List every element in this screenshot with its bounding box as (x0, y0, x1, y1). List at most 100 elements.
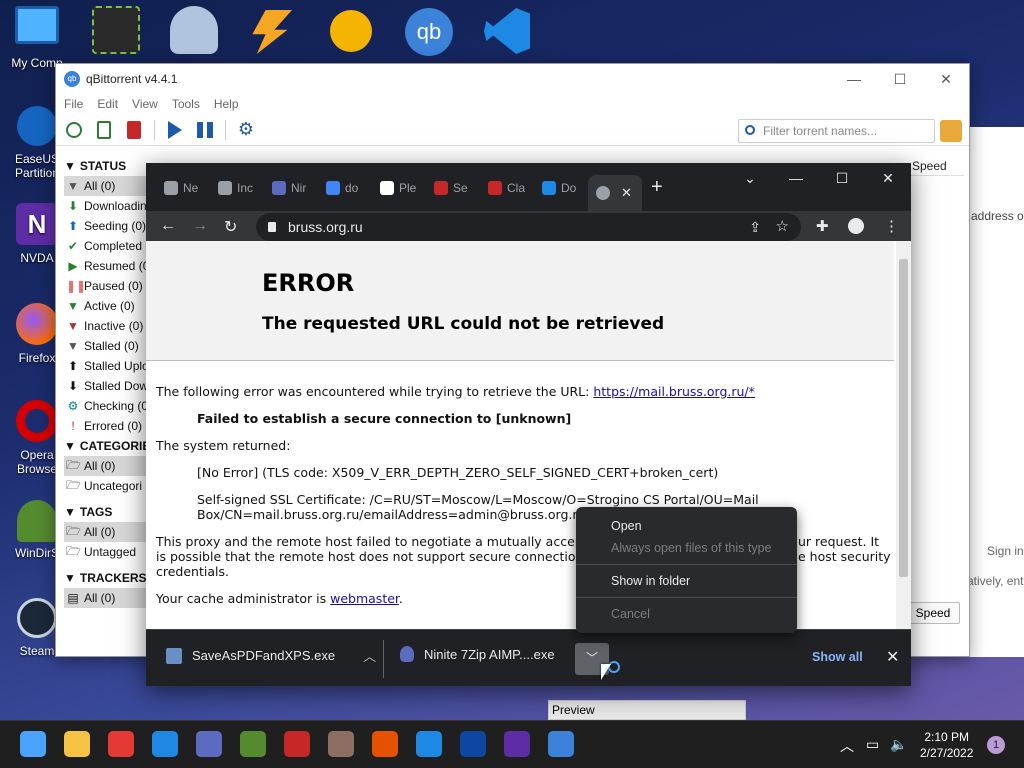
webmaster-link[interactable]: webmaster (330, 591, 399, 606)
lock-icon[interactable] (940, 120, 962, 142)
back-button[interactable]: ← (160, 217, 176, 235)
maximize-button[interactable]: ☐ (819, 163, 865, 193)
chrome-icon[interactable] (108, 731, 134, 757)
filter-green-icon: ▼ (67, 299, 79, 313)
clock-time: 2:10 PM (924, 730, 970, 744)
add-torrent-link-button[interactable] (64, 120, 84, 140)
tab-close-button[interactable]: ✕ (621, 185, 632, 201)
file-explorer-icon[interactable] (64, 731, 90, 757)
windirstat-icon[interactable] (240, 731, 266, 757)
paragraph-text: The following error was encountered whil… (156, 384, 594, 399)
extensions-icon[interactable]: ✚ (816, 217, 829, 235)
app-moon-icon[interactable] (460, 731, 486, 757)
system-returned-label: The system returned: (156, 438, 291, 453)
notification-badge[interactable]: 1 (987, 736, 1005, 754)
menu-edit[interactable]: Edit (97, 97, 118, 111)
address-bar[interactable]: bruss.org.ru ⇪ ☆ (256, 213, 801, 241)
app-icon-lightning[interactable] (252, 10, 292, 54)
minimize-button[interactable]: — (831, 64, 877, 94)
menu-help[interactable]: Help (214, 97, 239, 111)
qbittorrent-icon[interactable] (548, 731, 574, 757)
torrent-filter-input[interactable]: Filter torrent names... (738, 119, 935, 143)
background-window: address or Sign in atively, ent (967, 127, 1024, 657)
vs-code-icon[interactable] (416, 731, 442, 757)
menu-item-show-in-folder[interactable]: Show in folder (576, 570, 797, 592)
page-scrollbar[interactable] (896, 241, 911, 629)
show-all-downloads-link[interactable]: Show all (812, 650, 863, 664)
close-download-shelf-button[interactable]: ✕ (886, 647, 899, 667)
maximize-button[interactable]: ☐ (877, 64, 923, 94)
app-red-icon[interactable] (284, 731, 310, 757)
start-icon[interactable] (20, 731, 46, 757)
menu-tools[interactable]: Tools (172, 97, 200, 111)
forward-button[interactable]: → (192, 217, 208, 235)
pause-button[interactable] (195, 120, 215, 140)
error-detail: Failed to establish a secure connection … (197, 411, 572, 426)
download-item-2[interactable]: Ninite 7Zip AIMP....exe (400, 646, 555, 662)
browser-tab[interactable]: Se (426, 175, 478, 201)
network-icon[interactable]: ▭ (866, 736, 879, 753)
tab-search-button[interactable]: ⌄ (727, 163, 773, 193)
scrollbar-thumb[interactable] (899, 259, 908, 577)
nvda-icon[interactable] (504, 731, 530, 757)
globe-icon (596, 186, 610, 200)
options-button[interactable]: ⚙ (236, 119, 256, 140)
browser-tab[interactable]: Cla (480, 175, 532, 201)
search-placeholder: Filter torrent names... (763, 124, 878, 138)
menu-item-open[interactable]: Open (576, 515, 797, 537)
speed-button[interactable]: Speed (906, 602, 960, 624)
close-button[interactable]: ✕ (923, 64, 969, 94)
menu-file[interactable]: File (64, 97, 83, 111)
app-eye-icon[interactable] (372, 731, 398, 757)
bookmark-star-icon[interactable]: ☆ (776, 213, 789, 241)
browser-tab[interactable]: Nir (264, 175, 316, 201)
more-menu-icon[interactable]: ⋮ (884, 217, 899, 235)
browser-tab[interactable]: Inc (210, 175, 262, 201)
volume-icon[interactable]: 🔈 (890, 736, 907, 753)
installer-icon (166, 647, 182, 664)
tab-favicon-icon (434, 181, 448, 195)
tab-title: Ne (183, 181, 199, 195)
tab-favicon-icon (380, 181, 394, 195)
close-button[interactable]: ✕ (865, 163, 911, 193)
vscode-desktop-icon[interactable] (484, 8, 530, 54)
sign-in-link[interactable]: Sign in (987, 544, 1024, 558)
status-item-label: Active (0) (84, 299, 135, 313)
app-icon-blue[interactable] (170, 6, 218, 54)
profile-icon[interactable] (848, 218, 864, 234)
preview-tab-label: Preview (552, 703, 595, 717)
app-blue-icon[interactable] (152, 731, 178, 757)
add-torrent-file-button[interactable] (94, 120, 114, 140)
app-purple-icon[interactable] (196, 731, 222, 757)
new-tab-button[interactable]: + (651, 175, 663, 199)
resume-button[interactable] (165, 120, 185, 140)
gear-icon: ⚙ (67, 399, 79, 413)
column-upload-speed[interactable]: Speed (912, 159, 947, 173)
browser-tab[interactable]: Ple (372, 175, 424, 201)
gear-icon: ⚙ (237, 119, 255, 139)
desktop-icon-my-computer[interactable]: My Comp (4, 6, 70, 70)
aimp-icon[interactable] (330, 10, 372, 52)
error-url-link[interactable]: https://mail.bruss.org.ru/* (593, 384, 755, 399)
browser-tab[interactable]: Do (534, 175, 586, 201)
share-icon[interactable]: ⇪ (749, 213, 761, 241)
system-clock[interactable]: 2:10 PM 2/27/2022 (920, 729, 973, 761)
tab-active[interactable]: ✕ (588, 175, 642, 211)
app-orb-icon[interactable] (328, 731, 354, 757)
collapse-arrow-icon: ▼ (64, 159, 76, 173)
chevron-up-icon[interactable]: ︿ (840, 736, 854, 756)
download-item-1[interactable]: SaveAsPDFandXPS.exe ︿ (166, 646, 376, 665)
app-icon-green[interactable] (92, 6, 140, 54)
minimize-button[interactable]: — (773, 163, 819, 193)
chrome-toolbar: ← → ↻ bruss.org.ru ⇪ ☆ ✚ ⋮ (146, 211, 911, 241)
delete-torrent-button[interactable] (124, 120, 144, 140)
preview-tab[interactable]: Preview (548, 700, 746, 720)
qbittorrent-desktop-icon[interactable]: qb (405, 8, 453, 56)
browser-tab[interactable]: Ne (156, 175, 208, 201)
mouse-cursor-icon (601, 664, 611, 680)
menu-view[interactable]: View (132, 97, 158, 111)
chevron-up-icon[interactable]: ︿ (363, 646, 376, 665)
browser-tab[interactable]: do (318, 175, 370, 201)
tab-favicon-icon (542, 181, 556, 195)
reload-button[interactable]: ↻ (224, 217, 237, 237)
